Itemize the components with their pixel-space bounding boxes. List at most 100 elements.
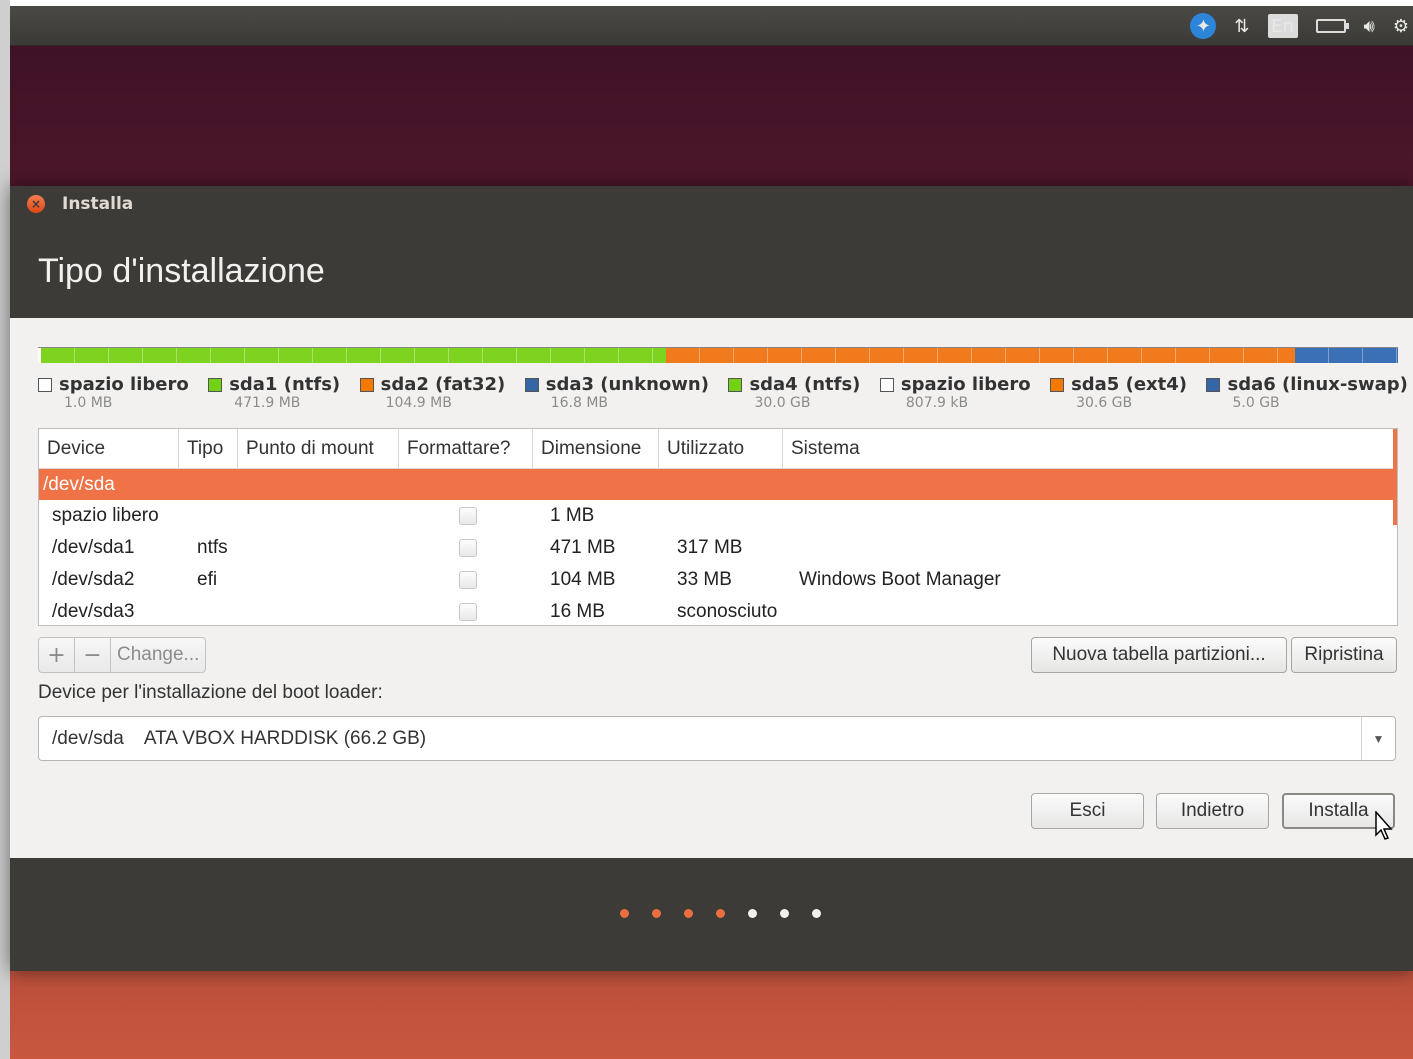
mouse-cursor-icon: [1375, 811, 1393, 840]
partition-bar-segment: [40, 348, 667, 363]
format-checkbox[interactable]: [459, 539, 477, 557]
legend-item: sda5 (ext4) 30.6 GB: [1050, 374, 1187, 418]
progress-dot: [684, 909, 693, 918]
legend-name: sda3 (unknown): [545, 374, 709, 395]
accessibility-icon[interactable]: ✦: [1190, 13, 1217, 39]
table-row[interactable]: /dev/sda3 16 MB sconosciuto: [39, 596, 1397, 625]
installer-body: spazio libero 1.0 MB sda1 (ntfs) 471.9 MB sd…: [10, 318, 1413, 858]
legend-item: spazio libero 807.9 kB: [879, 374, 1031, 418]
bootloader-description: ATA VBOX HARDDISK (66.2 GB): [143, 727, 427, 749]
format-cell: [459, 603, 537, 621]
partition-legend: spazio libero 1.0 MB sda1 (ntfs) 471.9 MB sd…: [38, 374, 1408, 418]
legend-swatch: [728, 377, 743, 392]
legend-name: sda4 (ntfs): [749, 374, 861, 395]
device-cell: spazio libero: [52, 505, 159, 526]
column-header-mount[interactable]: Punto di mount: [238, 429, 399, 468]
progress-dot: [716, 909, 725, 918]
legend-size: 807.9 kB: [905, 395, 969, 411]
column-header-tipo[interactable]: Tipo: [179, 429, 238, 468]
back-button[interactable]: Indietro: [1156, 793, 1269, 829]
table-row[interactable]: /dev/sda2 efi 104 MB 33 MB Windows Boot …: [39, 564, 1397, 596]
progress-dot: [620, 909, 629, 918]
installer-footer: [10, 858, 1413, 971]
partition-toolbar: + − Change...: [38, 637, 207, 673]
table-header: Device Tipo Punto di mount Formattare? D…: [39, 429, 1397, 469]
keyboard-layout-icon[interactable]: En: [1267, 14, 1298, 38]
type-cell: ntfs: [197, 537, 228, 558]
bootloader-device-select[interactable]: /dev/sda ATA VBOX HARDDISK (66.2 GB) ▼: [38, 716, 1396, 761]
device-cell: /dev/sda1: [52, 537, 135, 558]
page-header: Tipo d'installazione: [10, 222, 1413, 318]
legend-name: sda1 (ntfs): [229, 374, 341, 395]
column-header-system[interactable]: Sistema: [783, 429, 1397, 468]
new-partition-table-button[interactable]: Nuova tabella partizioni...: [1031, 637, 1287, 673]
change-partition-button[interactable]: Change...: [111, 638, 205, 672]
progress-dot: [812, 909, 821, 918]
table-row[interactable]: /dev/sda1 ntfs 471 MB 317 MB: [39, 532, 1397, 564]
table-row[interactable]: spazio libero 1 MB: [39, 500, 1397, 532]
legend-size: 5.0 GB: [1232, 395, 1280, 411]
partition-table[interactable]: Device Tipo Punto di mount Formattare? D…: [38, 428, 1398, 626]
device-cell: /dev/sda: [43, 473, 115, 495]
device-cell: /dev/sda2: [52, 569, 135, 590]
format-checkbox[interactable]: [459, 507, 477, 525]
legend-item: sda4 (ntfs) 30.0 GB: [728, 374, 860, 418]
screen-left-edge: [0, 0, 10, 1059]
revert-button[interactable]: Ripristina: [1291, 637, 1397, 673]
network-icon[interactable]: ⇅: [1234, 16, 1249, 37]
legend-size: 1.0 MB: [64, 395, 113, 411]
system-tray: ✦ ⇅ En 🔊︎ ⚙: [1190, 6, 1413, 46]
device-cell: /dev/sda3: [52, 601, 135, 622]
progress-dot: [748, 909, 757, 918]
legend-name: sda2 (fat32): [380, 374, 506, 395]
used-cell: 317 MB: [677, 537, 743, 558]
table-row-selected[interactable]: /dev/sda: [39, 469, 1397, 500]
top-panel: ✦ ⇅ En 🔊︎ ⚙: [10, 6, 1413, 46]
progress-dot: [780, 909, 789, 918]
bootloader-label: Device per l'installazione del boot load…: [38, 682, 383, 703]
page-title: Tipo d'installazione: [38, 252, 325, 290]
scrollbar[interactable]: [1393, 429, 1397, 525]
legend-size: 104.9 MB: [385, 395, 452, 411]
legend-name: sda5 (ext4): [1071, 374, 1187, 395]
system-cell: Windows Boot Manager: [799, 569, 1001, 590]
legend-item: sda6 (linux-swap) 5.0 GB: [1206, 374, 1408, 418]
bootloader-device: /dev/sda: [52, 727, 124, 749]
window-title: Installa: [62, 194, 134, 214]
legend-swatch: [1050, 377, 1065, 392]
volume-icon[interactable]: 🔊︎: [1364, 16, 1375, 37]
chevron-down-icon[interactable]: ▼: [1361, 717, 1395, 760]
format-checkbox[interactable]: [459, 603, 477, 621]
progress-dots: [620, 909, 821, 918]
table-body: /dev/sda spazio libero 1 MB /dev/sda1 nt…: [39, 469, 1397, 625]
column-header-size[interactable]: Dimensione: [533, 429, 659, 468]
column-header-used[interactable]: Utilizzato: [659, 429, 783, 468]
column-header-format[interactable]: Formattare?: [399, 429, 533, 468]
legend-item: sda2 (fat32) 104.9 MB: [359, 374, 506, 418]
partition-bar-segment: [1294, 348, 1398, 363]
settings-icon[interactable]: ⚙: [1393, 16, 1409, 37]
format-checkbox[interactable]: [459, 571, 477, 589]
window-titlebar: × Installa: [10, 186, 1413, 222]
column-header-device[interactable]: Device: [39, 429, 179, 468]
legend-swatch: [359, 377, 374, 392]
legend-item: sda1 (ntfs) 471.9 MB: [208, 374, 340, 418]
legend-size: 30.0 GB: [754, 395, 811, 411]
type-cell: efi: [197, 569, 218, 590]
legend-swatch: [879, 377, 894, 392]
used-cell: sconosciuto: [677, 601, 778, 622]
legend-name: spazio libero: [59, 374, 189, 395]
format-cell: [459, 507, 537, 525]
legend-name: spazio libero: [900, 374, 1031, 395]
battery-icon[interactable]: [1315, 19, 1349, 33]
legend-size: 16.8 MB: [550, 395, 609, 411]
partition-bar: [38, 347, 1398, 363]
close-icon[interactable]: ×: [27, 195, 45, 213]
quit-button[interactable]: Esci: [1031, 793, 1144, 829]
installer-window: × Installa Tipo d'installazione spazio l…: [10, 186, 1413, 971]
legend-item: sda3 (unknown) 16.8 MB: [524, 374, 709, 418]
legend-swatch: [524, 377, 539, 392]
add-partition-button[interactable]: +: [39, 638, 75, 672]
remove-partition-button[interactable]: −: [75, 638, 111, 672]
legend-swatch: [208, 377, 223, 392]
